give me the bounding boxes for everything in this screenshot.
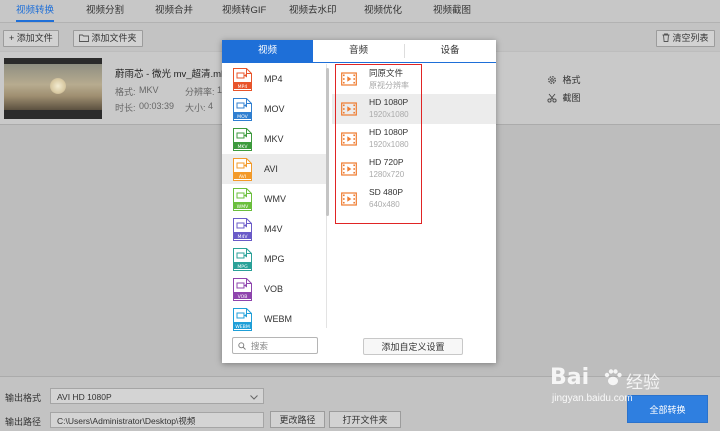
- add-custom-setting-button[interactable]: 添加自定义设置: [363, 338, 463, 355]
- format-item-mp4[interactable]: MP4 MP4: [222, 64, 326, 94]
- svg-text:VOB: VOB: [238, 294, 248, 300]
- svg-text:MPG: MPG: [237, 264, 248, 270]
- watermark-brand: Bai: [550, 365, 590, 390]
- format-picker-popup: 视频 音频 设备 MP4 MP4 MOV MOV MKV MKV AVI AVI WMV WMV M…: [222, 40, 496, 363]
- svg-text:MKV: MKV: [237, 144, 248, 150]
- video-file-icon: VOB: [233, 278, 252, 301]
- file-name: 蔚雨芯 - 微光 mv_超清.ml: [115, 69, 224, 80]
- folder-icon: [79, 34, 89, 42]
- clear-list-button[interactable]: 清空列表: [656, 30, 715, 47]
- search-icon: [238, 342, 246, 350]
- trash-icon: [662, 33, 670, 42]
- file-duration-label: 时长:: [115, 103, 136, 113]
- clear-list-label: 清空列表: [672, 33, 709, 43]
- format-label: MPG: [264, 254, 285, 264]
- screenshot-action[interactable]: 截图: [547, 91, 581, 104]
- convert-all-button[interactable]: 全部转换: [627, 395, 708, 423]
- add-file-label: 添加文件: [16, 33, 53, 43]
- search-input[interactable]: 搜索: [232, 337, 318, 354]
- format-item-vob[interactable]: VOB VOB: [222, 274, 326, 304]
- popup-tab-video[interactable]: 视频: [222, 40, 313, 62]
- video-file-icon: WMV: [233, 188, 252, 211]
- output-format-select[interactable]: AVI HD 1080P: [50, 388, 264, 404]
- popup-tab-underline: [222, 62, 496, 63]
- video-file-icon: MOV: [233, 98, 252, 121]
- format-label: MP4: [264, 74, 283, 84]
- video-file-icon: MKV: [233, 128, 252, 151]
- format-label: MOV: [264, 104, 285, 114]
- file-resolution-label: 分辨率:: [185, 87, 215, 97]
- tab-video-split[interactable]: 视频分割: [86, 0, 124, 22]
- highlight-box: [335, 64, 422, 224]
- tab-video-watermark-remove[interactable]: 视频去水印: [289, 0, 337, 22]
- format-item-wmv[interactable]: WMV WMV: [222, 184, 326, 214]
- file-duration-value: 00:03:39: [139, 101, 175, 111]
- file-format-label: 格式:: [115, 87, 136, 97]
- svg-text:WMV: WMV: [237, 204, 250, 210]
- format-action[interactable]: 格式: [547, 73, 581, 86]
- svg-text:MOV: MOV: [237, 114, 248, 120]
- video-file-icon: MPG: [233, 248, 252, 271]
- format-item-mkv[interactable]: MKV MKV: [222, 124, 326, 154]
- format-label: VOB: [264, 284, 284, 294]
- format-action-label: 格式: [562, 75, 581, 85]
- file-format-value: MKV: [139, 85, 159, 95]
- search-placeholder: 搜索: [251, 341, 269, 351]
- scissors-icon: [547, 93, 557, 103]
- add-folder-label: 添加文件夹: [91, 33, 137, 43]
- svg-text:WEBM: WEBM: [235, 324, 250, 330]
- video-thumbnail: [4, 58, 102, 119]
- output-path-label: 输出路径: [5, 417, 42, 427]
- popup-tab-audio[interactable]: 音频: [313, 40, 404, 62]
- screenshot-action-label: 截图: [562, 93, 581, 103]
- file-size-value: 4: [208, 101, 214, 111]
- format-item-m4v[interactable]: M4V M4V: [222, 214, 326, 244]
- tab-video-optimize[interactable]: 视频优化: [364, 0, 402, 22]
- format-item-avi[interactable]: AVI AVI: [222, 154, 326, 184]
- format-label: WMV: [264, 194, 286, 204]
- svg-text:MP4: MP4: [238, 84, 248, 90]
- video-file-icon: MP4: [233, 68, 252, 91]
- video-file-icon: AVI: [233, 158, 252, 181]
- popup-tab-device[interactable]: 设备: [404, 40, 496, 62]
- svg-text:AVI: AVI: [239, 174, 246, 180]
- gear-icon: [548, 76, 556, 84]
- divider: [404, 44, 405, 58]
- format-item-webm[interactable]: WEBM WEBM: [222, 304, 326, 334]
- video-file-icon: WEBM: [233, 308, 252, 331]
- top-tab-bar: 视频转换 视频分割 视频合并 视频转GIF 视频去水印 视频优化 视频截图: [0, 0, 720, 23]
- tab-video-to-gif[interactable]: 视频转GIF: [222, 0, 266, 22]
- format-list-scrollbar[interactable]: [326, 68, 329, 216]
- format-label: MKV: [264, 134, 284, 144]
- output-format-label: 输出格式: [5, 393, 42, 403]
- tab-video-convert[interactable]: 视频转换: [16, 0, 55, 22]
- output-path-value: C:\Users\Administrator\Desktop\视频: [57, 416, 196, 426]
- video-file-icon: M4V: [233, 218, 252, 241]
- tab-video-merge[interactable]: 视频合并: [155, 0, 193, 22]
- plus-icon: +: [9, 33, 15, 43]
- add-file-button[interactable]: + 添加文件: [3, 30, 59, 47]
- change-path-button[interactable]: 更改路径: [270, 411, 325, 428]
- format-label: AVI: [264, 164, 278, 174]
- file-size-label: 大小:: [185, 103, 206, 113]
- output-path-field[interactable]: C:\Users\Administrator\Desktop\视频: [50, 412, 264, 428]
- open-folder-button[interactable]: 打开文件夹: [329, 411, 401, 428]
- output-format-value: AVI HD 1080P: [57, 392, 112, 402]
- watermark-brand-suffix: 经验: [626, 373, 660, 392]
- tab-video-screenshot[interactable]: 视频截图: [433, 0, 471, 22]
- format-item-mpg[interactable]: MPG MPG: [222, 244, 326, 274]
- paw-icon: [604, 369, 622, 386]
- watermark-url: jingyan.baidu.com: [552, 393, 633, 404]
- svg-text:M4V: M4V: [237, 234, 248, 240]
- format-label: WEBM: [264, 314, 292, 324]
- format-item-mov[interactable]: MOV MOV: [222, 94, 326, 124]
- format-label: M4V: [264, 224, 283, 234]
- add-folder-button[interactable]: 添加文件夹: [73, 30, 143, 47]
- chevron-down-icon: [250, 395, 258, 400]
